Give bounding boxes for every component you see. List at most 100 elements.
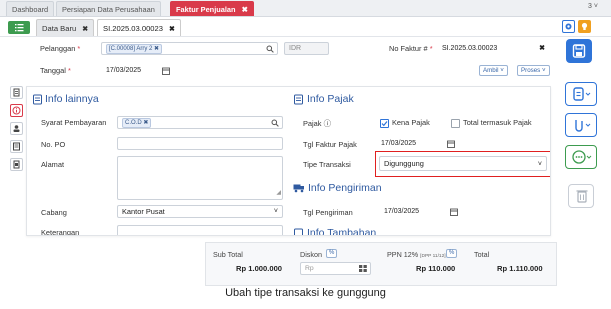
list-button[interactable] (8, 21, 30, 34)
side-tab-history[interactable] (10, 158, 23, 171)
total-value: Rp 1.110.000 (497, 264, 543, 273)
syarat-label: Syarat Pembayaran (41, 118, 107, 127)
ppn-label-text: PPN 12% (387, 250, 419, 259)
proses-dropdown[interactable]: Proses ˅ (517, 65, 550, 76)
pelanggan-label-text: Pelanggan (40, 44, 76, 53)
grid-icon[interactable] (359, 265, 367, 272)
info-icon: ⓘ (323, 119, 331, 128)
document-icon (33, 94, 42, 105)
close-icon[interactable]: ✖ (82, 26, 88, 33)
search-icon[interactable] (271, 119, 279, 127)
doc-tab-invoice-label: SI.2025.03.00023 (103, 24, 163, 33)
list-icon (15, 24, 24, 32)
termasuk-pajak-checkbox[interactable] (451, 119, 460, 128)
tgl-pengiriman-label: Tgl Pengiriman (303, 208, 353, 217)
side-tab-items[interactable] (10, 86, 23, 99)
close-icon[interactable]: ✖ (169, 26, 175, 33)
user-icon (13, 125, 20, 132)
side-tab-contact[interactable] (10, 122, 23, 135)
termasuk-pajak-label: Total termasuk Pajak (463, 118, 532, 127)
keterangan-field[interactable] (117, 225, 283, 235)
save-button[interactable] (566, 39, 592, 63)
tgl-faktur-pajak-field[interactable]: 17/03/2025 (376, 137, 466, 150)
no-faktur-value: SI.2025.03.00023 (442, 45, 498, 52)
side-tab-notes[interactable] (10, 140, 23, 153)
doc-tab-data-baru-label: Data Baru (42, 24, 77, 33)
syarat-field[interactable]: C.O.D ✖ (117, 116, 283, 129)
tab-persiapan-label: Persiapan Data Perusahaan (62, 5, 155, 14)
tab-counter-value: 3 (588, 3, 592, 10)
close-icon[interactable]: ✖ (242, 5, 248, 14)
ppn-label: PPN 12% [DPP 11/12] (387, 250, 446, 259)
tgl-faktur-pajak-value: 17/03/2025 (381, 140, 417, 147)
no-faktur-label: No Faktur # * (389, 44, 433, 53)
pelanggan-field[interactable]: [C.00008] Arry 2 ✖ (101, 42, 278, 55)
sub-total-value: Rp 1.000.000 (236, 264, 283, 273)
delete-button[interactable] (568, 184, 594, 208)
chevron-down-icon: ˅ (542, 67, 546, 74)
tanggal-field[interactable]: 17/03/2025 (101, 64, 176, 77)
info-pengiriman-title: Info Pengiriman (308, 182, 382, 194)
trash-icon (576, 190, 588, 203)
no-po-label: No. PO (41, 140, 66, 149)
close-icon[interactable]: ✖ (154, 46, 159, 52)
pelanggan-tag[interactable]: [C.00008] Arry 2 ✖ (106, 44, 163, 54)
search-icon[interactable] (266, 45, 274, 53)
currency-field: IDR (284, 42, 329, 55)
total-label: Total (474, 250, 490, 259)
kena-pajak-checkbox[interactable] (380, 119, 389, 128)
more-actions-button[interactable] (565, 145, 597, 169)
tgl-faktur-pajak-label: Tgl Faktur Pajak (303, 140, 357, 149)
app-window: Dashboard Persiapan Data Perusahaan Fakt… (0, 0, 611, 309)
chevron-down-icon: ˅ (273, 208, 278, 215)
pajak-label: Pajak ⓘ (303, 118, 331, 129)
gear-icon (565, 23, 572, 30)
calendar-icon[interactable] (450, 208, 458, 216)
resize-handle[interactable]: ◢ (276, 188, 281, 199)
detail-card: Info lainnya Syarat Pembayaran C.O.D ✖ N… (26, 86, 551, 236)
tab-faktur-penjualan[interactable]: Faktur Penjualan ✖ (170, 1, 254, 16)
attachment-button[interactable] (565, 113, 597, 137)
tanggal-value: 17/03/2025 (106, 67, 142, 74)
alamat-textarea[interactable]: ◢ (117, 156, 283, 200)
cabang-select[interactable]: Kantor Pusat ˅ (117, 205, 283, 218)
doc-tab-invoice[interactable]: SI.2025.03.00023 ✖ (97, 19, 181, 36)
tipe-transaksi-select[interactable]: Digunggung ˅ (379, 156, 547, 171)
pelanggan-label: Pelanggan * (40, 44, 80, 53)
document-icon (13, 160, 20, 169)
clear-icon[interactable]: ✖ (539, 43, 545, 54)
document-icon (13, 88, 20, 97)
info-tambahan-title: Info Tambahan (307, 227, 377, 236)
cabang-label: Cabang (41, 208, 67, 217)
syarat-tag[interactable]: C.O.D ✖ (122, 118, 152, 128)
tab-dashboard[interactable]: Dashboard (6, 1, 55, 16)
info-lainnya-title: Info lainnya (45, 93, 99, 105)
diskon-percent-toggle[interactable]: % (326, 249, 338, 258)
required-mark: * (67, 66, 71, 75)
tab-persiapan-data-perusahaan[interactable]: Persiapan Data Perusahaan (56, 1, 161, 16)
side-tab-info[interactable] (10, 104, 23, 117)
document-icon (294, 94, 303, 105)
diskon-field[interactable]: Rp (300, 262, 371, 275)
doc-tab-data-baru[interactable]: Data Baru ✖ (36, 19, 95, 36)
paperclip-icon (575, 120, 591, 132)
tips-button[interactable] (578, 20, 591, 33)
close-icon[interactable]: ✖ (143, 120, 148, 126)
syarat-tag-text: C.O.D (125, 120, 142, 126)
no-faktur-field[interactable]: SI.2025.03.00023 ✖ (437, 42, 550, 55)
calendar-icon[interactable] (162, 67, 170, 75)
truck-icon (293, 184, 304, 193)
calendar-icon[interactable] (447, 140, 455, 148)
print-button[interactable] (565, 82, 597, 106)
settings-button[interactable] (562, 20, 575, 33)
cabang-value: Kantor Pusat (122, 207, 165, 216)
no-po-field[interactable] (117, 137, 283, 150)
tgl-pengiriman-field[interactable]: 17/03/2025 (379, 205, 469, 218)
tab-counter[interactable]: 3 ˅ (588, 3, 598, 10)
ppn-note: [DPP 11/12] (420, 254, 446, 259)
ppn-percent-toggle[interactable]: % (446, 249, 458, 258)
info-icon (12, 106, 21, 115)
ambil-dropdown[interactable]: Ambil ˅ (479, 65, 508, 76)
tipe-transaksi-value: Digunggung (384, 159, 424, 168)
tipe-transaksi-label: Tipe Transaksi (303, 160, 351, 169)
